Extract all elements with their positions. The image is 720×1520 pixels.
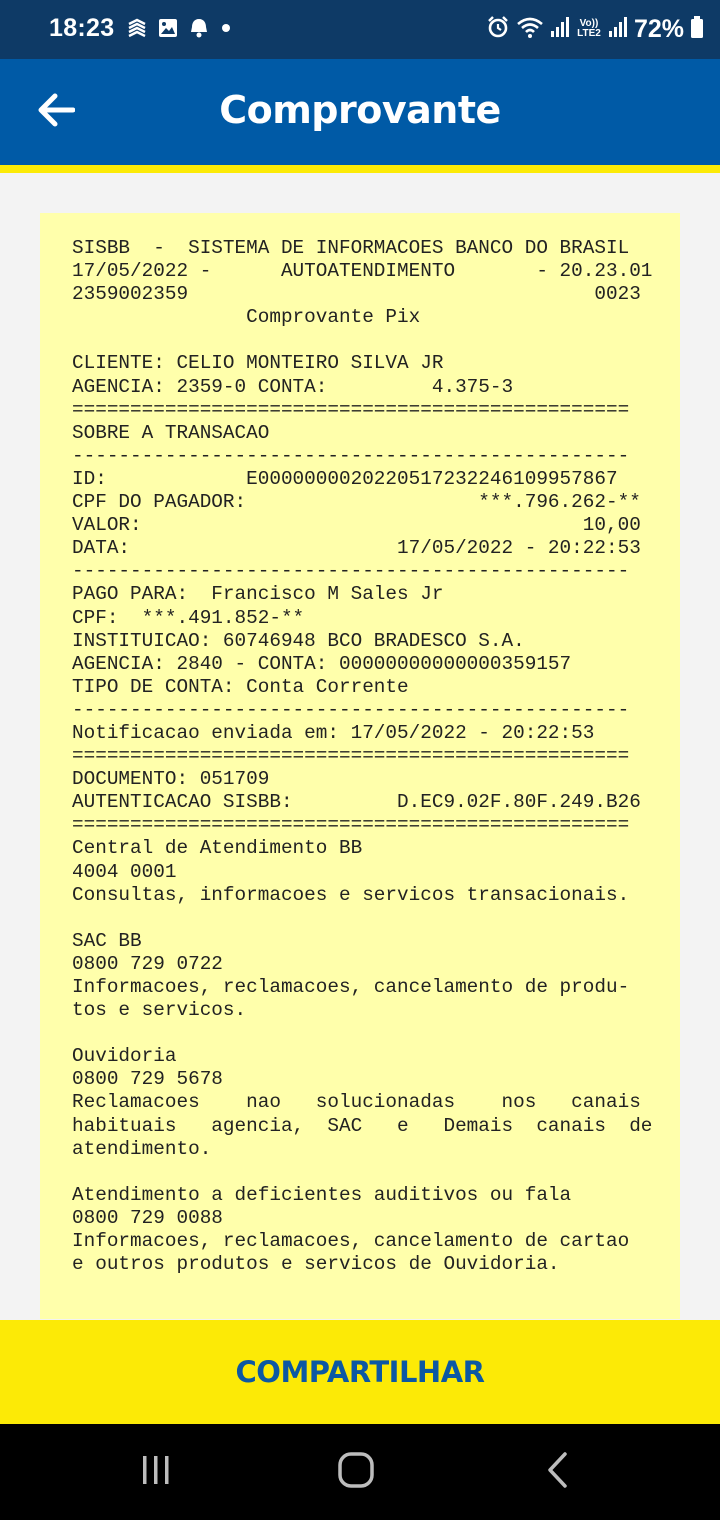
receipt-line: Informacoes, reclamacoes, cancelamento d… bbox=[72, 1230, 630, 1253]
alarm-icon bbox=[486, 15, 510, 44]
receipt-line: ========================================… bbox=[72, 814, 630, 837]
receipt-panel: SISBB - SISTEMA DE INFORMACOES BANCO DO … bbox=[40, 213, 680, 1319]
receipt-line: AUTENTICACAO SISBB: D.EC9.02F.80F.249.B2… bbox=[72, 791, 641, 814]
receipt-line: tos e servicos. bbox=[72, 999, 247, 1022]
receipt-line: Reclamacoes nao solucionadas nos canais bbox=[72, 1091, 641, 1114]
status-time: 18:23 bbox=[49, 14, 115, 42]
receipt-line: AGENCIA: 2840 - CONTA: 00000000000000359… bbox=[72, 652, 572, 675]
receipt-line: 2359002359 0023 bbox=[72, 283, 641, 306]
receipt-line bbox=[72, 329, 652, 352]
receipt-line: CLIENTE: CELIO MONTEIRO SILVA JR bbox=[72, 352, 444, 375]
share-button-label: COMPARTILHAR bbox=[235, 1355, 485, 1389]
home-button[interactable] bbox=[326, 1448, 386, 1496]
signal-icon bbox=[550, 16, 570, 43]
receipt-line: ----------------------------------------… bbox=[72, 560, 630, 583]
receipt-line: 17/05/2022 - AUTOATENDIMENTO - 20.23.01 bbox=[72, 260, 653, 283]
receipt-line: Informacoes, reclamacoes, cancelamento d… bbox=[72, 976, 630, 998]
recents-icon bbox=[139, 1453, 173, 1492]
receipt-line: Ouvidoria bbox=[72, 1045, 177, 1068]
receipt-line: DATA: 17/05/2022 - 20:22:53 bbox=[72, 537, 641, 560]
receipt-line: Atendimento a deficientes auditivos ou f… bbox=[72, 1183, 572, 1206]
receipt-line bbox=[72, 1161, 652, 1184]
receipt-line: Central de Atendimento BB bbox=[72, 837, 363, 860]
receipt-line bbox=[72, 1022, 652, 1045]
receipt-line: ========================================… bbox=[72, 398, 630, 421]
app-bar-accent-stripe bbox=[0, 165, 720, 173]
receipt-line: 0800 729 5678 bbox=[72, 1068, 223, 1091]
receipt-line: SOBRE A TRANSACAO bbox=[72, 421, 270, 444]
battery-icon bbox=[690, 15, 704, 44]
receipt-line bbox=[72, 907, 652, 930]
receipt-line: PAGO PARA: Francisco M Sales Jr bbox=[72, 583, 444, 606]
receipt-line: 4004 0001 bbox=[72, 860, 177, 883]
battery-percent: 72% bbox=[633, 14, 684, 43]
receipt-line: e outros produtos e servicos de Ouvidori… bbox=[72, 1253, 560, 1276]
bb-logo-icon bbox=[126, 17, 148, 44]
status-right-icons: Vo)) LTE2 72% bbox=[486, 14, 704, 44]
receipt-line: ----------------------------------------… bbox=[72, 444, 630, 467]
receipt-line: 0800 729 0722 bbox=[72, 952, 223, 975]
page-title: Comprovante bbox=[219, 88, 501, 132]
back-icon bbox=[543, 1451, 573, 1494]
receipt-line: atendimento. bbox=[72, 1137, 212, 1160]
status-bar: 18:23 Vo)) LTE2 72% bbox=[0, 0, 720, 59]
receipt-line: ----------------------------------------… bbox=[72, 698, 630, 721]
receipt-line: Consultas, informacoes e servicos transa… bbox=[72, 883, 630, 906]
signal-icon bbox=[608, 16, 628, 43]
receipt-line: CPF: ***.491.852-** bbox=[72, 606, 305, 629]
nav-back-button[interactable] bbox=[528, 1448, 588, 1496]
receipt-line: Notificacao enviada em: 17/05/2022 - 20:… bbox=[72, 721, 595, 744]
receipt-line: TIPO DE CONTA: Conta Corrente bbox=[72, 675, 409, 698]
receipt-line: INSTITUICAO: 60746948 BCO BRADESCO S.A. bbox=[72, 629, 525, 652]
app-notification-icon bbox=[188, 17, 210, 44]
system-nav-bar bbox=[0, 1424, 720, 1520]
recents-button[interactable] bbox=[126, 1448, 186, 1496]
home-icon bbox=[336, 1450, 376, 1495]
receipt-line: DOCUMENTO: 051709 bbox=[72, 768, 270, 791]
receipt-line: ========================================… bbox=[72, 745, 630, 768]
share-button[interactable]: COMPARTILHAR bbox=[0, 1320, 720, 1424]
receipt-line: 0800 729 0088 bbox=[72, 1206, 223, 1229]
receipt-line: SISBB - SISTEMA DE INFORMACOES BANCO DO … bbox=[72, 237, 630, 259]
wifi-icon bbox=[516, 15, 544, 44]
volte-icon: Vo)) LTE2 bbox=[577, 18, 601, 39]
dot-icon bbox=[220, 21, 232, 39]
receipt-line: SAC BB bbox=[72, 929, 142, 952]
receipt-line: VALOR: 10,00 bbox=[72, 514, 641, 537]
receipt-line: habituais agencia, SAC e Demais canais d… bbox=[72, 1114, 653, 1137]
receipt-text: SISBB - SISTEMA DE INFORMACOES BANCO DO … bbox=[72, 237, 652, 1276]
receipt-line: CPF DO PAGADOR: ***.796.262-** bbox=[72, 491, 641, 514]
receipt-line: ID: E0000000020220517232246109957867 bbox=[72, 467, 618, 490]
status-left-icons bbox=[126, 18, 232, 42]
image-icon bbox=[158, 18, 178, 43]
receipt-line: Comprovante Pix bbox=[72, 306, 421, 329]
receipt-line: AGENCIA: 2359-0 CONTA: 4.375-3 bbox=[72, 375, 514, 398]
